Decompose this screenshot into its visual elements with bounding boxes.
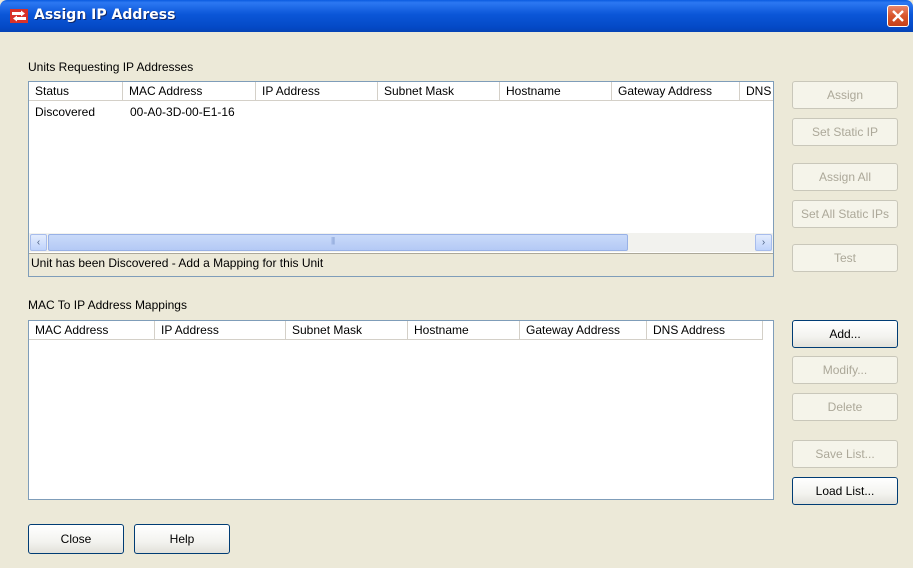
- column-header-hostname[interactable]: Hostname: [500, 82, 612, 101]
- chevron-right-icon: ›: [761, 237, 766, 248]
- column-header-mac-address[interactable]: MAC Address: [123, 82, 256, 101]
- help-button[interactable]: Help: [134, 524, 230, 554]
- column-header-ip-address[interactable]: IP Address: [155, 321, 286, 340]
- table-row[interactable]: Discovered 00-A0-3D-00-E1-16: [29, 102, 773, 120]
- chevron-left-icon: ‹: [36, 237, 41, 248]
- add-button[interactable]: Add...: [792, 320, 898, 348]
- units-list[interactable]: Status MAC Address IP Address Subnet Mas…: [28, 81, 774, 277]
- network-icon: [10, 9, 28, 23]
- close-button[interactable]: Close: [28, 524, 124, 554]
- column-header-ip-address[interactable]: IP Address: [256, 82, 378, 101]
- close-window-button[interactable]: [887, 5, 909, 27]
- column-header-dns[interactable]: DNS: [740, 82, 773, 101]
- column-header-dns-address[interactable]: DNS Address: [647, 321, 763, 340]
- assign-button[interactable]: Assign: [792, 81, 898, 109]
- mappings-section-label: MAC To IP Address Mappings: [28, 298, 187, 312]
- mappings-list[interactable]: MAC Address IP Address Subnet Mask Hostn…: [28, 320, 774, 500]
- load-list-button[interactable]: Load List...: [792, 477, 898, 505]
- set-static-ip-button[interactable]: Set Static IP: [792, 118, 898, 146]
- scrollbar-thumb[interactable]: |||: [48, 234, 628, 251]
- horizontal-scrollbar[interactable]: ‹ ||| ›: [29, 233, 773, 252]
- unit-status-text: Unit has been Discovered - Add a Mapping…: [29, 253, 773, 276]
- scroll-left-button[interactable]: ‹: [30, 234, 47, 251]
- column-header-hostname[interactable]: Hostname: [408, 321, 520, 340]
- set-all-static-ips-button[interactable]: Set All Static IPs: [792, 200, 898, 228]
- scrollbar-grip: |||: [331, 236, 335, 245]
- status-cell: Discovered: [35, 105, 96, 119]
- modify-button[interactable]: Modify...: [792, 356, 898, 384]
- column-header-subnet-mask[interactable]: Subnet Mask: [286, 321, 408, 340]
- column-header-gateway-address[interactable]: Gateway Address: [612, 82, 740, 101]
- column-header-gateway-address[interactable]: Gateway Address: [520, 321, 647, 340]
- column-header-mac-address[interactable]: MAC Address: [29, 321, 155, 340]
- delete-button[interactable]: Delete: [792, 393, 898, 421]
- units-section-label: Units Requesting IP Addresses: [28, 60, 194, 74]
- close-icon: [892, 10, 904, 22]
- window-title: Assign IP Address: [34, 7, 176, 23]
- test-button[interactable]: Test: [792, 244, 898, 272]
- save-list-button[interactable]: Save List...: [792, 440, 898, 468]
- scroll-right-button[interactable]: ›: [755, 234, 772, 251]
- column-header-status[interactable]: Status: [29, 82, 123, 101]
- assign-all-button[interactable]: Assign All: [792, 163, 898, 191]
- column-header-subnet-mask[interactable]: Subnet Mask: [378, 82, 500, 101]
- mac-address-cell: 00-A0-3D-00-E1-16: [130, 105, 235, 119]
